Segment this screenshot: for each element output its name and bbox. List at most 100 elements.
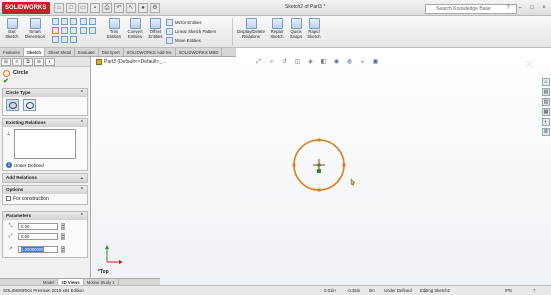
print-icon[interactable]: ⎙ (102, 3, 112, 13)
point-icon[interactable] (80, 18, 87, 25)
exit-sketch-button[interactable]: Exit Sketch (3, 18, 21, 39)
options-header[interactable]: Options ⌃ (3, 186, 87, 194)
plane-icon[interactable] (89, 27, 96, 34)
linear-sketch-pattern-button[interactable]: Linear Sketch Pattern (166, 28, 216, 35)
text-icon[interactable] (80, 27, 87, 34)
existing-relations-group: Existing Relations ⌃ ⊥ i Under Defined (2, 118, 88, 171)
feature-tree-flyout[interactable]: Part3 (Default<<Default>_... (96, 59, 166, 65)
file-explorer-icon[interactable]: ▥ (542, 98, 550, 106)
circle-icon[interactable] (52, 27, 59, 34)
offset-entities-button[interactable]: Offset Entities (147, 18, 164, 39)
circle-type-header[interactable]: Circle Type ⌃ (3, 89, 87, 97)
parameters-header[interactable]: Parameters ⌃ (3, 212, 87, 220)
circle-type-header-label: Circle Type (6, 90, 31, 95)
configuration-manager-icon[interactable]: ⧉ (23, 58, 33, 66)
section-view-icon[interactable]: ◫ (293, 58, 302, 66)
for-construction-checkbox[interactable] (6, 196, 11, 202)
mirror-entities-button[interactable]: Mirror Entities (166, 19, 202, 26)
line-icon[interactable] (52, 18, 59, 25)
property-manager: ⊞ ≡ ⧉ ⊕ ◐ Circle ✔ Circle Type ⌃ Existin… (0, 57, 91, 278)
for-construction-label: For construction (13, 196, 49, 202)
feature-manager-icon[interactable]: ⊞ (1, 58, 11, 66)
quadrant-point[interactable] (317, 138, 321, 142)
fillet-icon[interactable] (70, 36, 77, 43)
center-y-spinner[interactable]: ▴ ▾ (61, 233, 65, 240)
tab-evaluate[interactable]: Evaluate (75, 48, 99, 56)
open-file-icon[interactable]: ▭ (78, 3, 88, 13)
repair-sketch-button[interactable]: Repair Sketch (268, 18, 286, 39)
rapid-sketch-button[interactable]: Rapid Sketch (305, 18, 323, 39)
polygon-icon[interactable] (70, 27, 77, 34)
appearances-icon[interactable]: ◐ (542, 118, 550, 126)
center-x-field[interactable]: 0.00 (18, 223, 58, 230)
existing-relations-header[interactable]: Existing Relations ⌃ (3, 119, 87, 127)
graphics-area[interactable]: Part3 (Default<<Default>_... ⤢ ⌕ ↺ ◫ ◈ ◧… (92, 57, 551, 285)
product-edition: SOLIDWORKS Premium 2015 x64 Edition (3, 288, 84, 293)
ok-button[interactable]: ✔ (0, 78, 90, 86)
spline-icon[interactable] (52, 36, 59, 43)
edit-appearance-icon[interactable]: ◍ (345, 58, 354, 66)
minimize-icon[interactable]: – (515, 3, 525, 13)
trim-entities-button[interactable]: Trim Entities (105, 18, 123, 39)
slot-icon[interactable] (70, 18, 77, 25)
parameters-header-label: Parameters (6, 213, 32, 218)
center-x-spinner[interactable]: ▴ ▾ (61, 223, 65, 230)
tab-sheet-metal[interactable]: Sheet Metal (45, 48, 75, 56)
sketch-canvas[interactable] (92, 57, 551, 285)
perimeter-circle-option[interactable] (23, 99, 37, 111)
save-icon[interactable]: ▪ (90, 3, 100, 13)
options-icon[interactable]: ⚙ (150, 3, 160, 13)
close-icon[interactable]: × (539, 3, 549, 13)
zoom-to-fit-icon[interactable]: ⤢ (254, 58, 263, 66)
tab-mbd[interactable]: SOLIDWORKS MBD (176, 48, 223, 56)
radius-spinner[interactable]: ▴ ▾ (61, 246, 65, 253)
rebuild-icon[interactable]: ● (138, 3, 148, 13)
maximize-icon[interactable]: □ (527, 3, 537, 13)
view-settings-icon[interactable]: ▣ (371, 58, 380, 66)
property-manager-icon[interactable]: ≡ (12, 58, 22, 66)
view-palette-icon[interactable]: ▦ (542, 108, 550, 116)
trim-entities-label: Trim Entities (106, 29, 122, 39)
tab-addins[interactable]: SOLIDWORKS Add-Ins (124, 48, 176, 56)
existing-relations-list[interactable] (14, 129, 76, 159)
design-library-icon[interactable]: ▤ (542, 88, 550, 96)
quadrant-point[interactable] (317, 188, 321, 192)
rectangle-icon[interactable] (61, 18, 68, 25)
move-entities-button[interactable]: Move Entities (166, 37, 201, 44)
quadrant-point[interactable] (342, 163, 346, 167)
center-y-field[interactable]: 0.00 (18, 233, 58, 240)
display-delete-relations-button[interactable]: Display/Delete Relations (236, 18, 266, 39)
centerline-icon[interactable] (89, 18, 96, 25)
help-icon[interactable]: ? (533, 286, 535, 295)
tab-dimxpert[interactable]: DimXpert (99, 48, 124, 56)
view-orientation-icon[interactable]: ◈ (306, 58, 315, 66)
arc-icon[interactable] (61, 27, 68, 34)
part-icon (96, 59, 102, 65)
ellipse-icon[interactable] (61, 36, 68, 43)
quadrant-point[interactable] (292, 163, 296, 167)
custom-properties-icon[interactable]: ≣ (542, 128, 550, 136)
home-icon[interactable]: ⌂ (54, 3, 64, 13)
resources-icon[interactable]: ⌂ (542, 78, 550, 86)
select-icon[interactable]: ↖ (126, 3, 136, 13)
add-relations-header[interactable]: Add Relations ⌄ (3, 174, 87, 182)
tab-features[interactable]: Features (0, 48, 24, 56)
hide-show-icon[interactable]: ◉ (332, 58, 341, 66)
tab-sketch[interactable]: Sketch (23, 48, 46, 56)
zoom-area-icon[interactable]: ⌕ (267, 58, 276, 66)
unit-system[interactable]: IPS (505, 286, 512, 295)
undo-icon[interactable]: ↶ (114, 3, 124, 13)
apply-scene-icon[interactable]: ◒ (358, 58, 367, 66)
new-file-icon[interactable]: □ (66, 3, 76, 13)
quick-snaps-button[interactable]: Quick Snaps (288, 18, 304, 39)
display-manager-icon[interactable]: ◐ (45, 58, 55, 66)
radius-field[interactable]: 1.00000000 (18, 246, 58, 253)
dimxpert-manager-icon[interactable]: ⊕ (34, 58, 44, 66)
help-icon[interactable]: ? (503, 3, 513, 13)
previous-view-icon[interactable]: ↺ (280, 58, 289, 66)
smart-dimension-button[interactable]: Smart Dimension (23, 18, 47, 39)
display-style-icon[interactable]: ◧ (319, 58, 328, 66)
confirmation-corner-icon[interactable]: ⤫ (526, 59, 533, 70)
center-circle-option[interactable] (6, 99, 19, 111)
convert-entities-button[interactable]: Convert Entities (125, 18, 145, 39)
